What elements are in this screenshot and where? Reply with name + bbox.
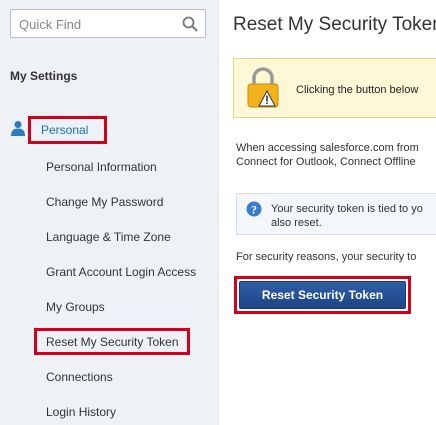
sidebar: My Settings Personal Personal Informatio… xyxy=(0,0,219,425)
info-text: Your security token is tied to yo also r… xyxy=(271,202,423,230)
sidebar-item-my-groups[interactable]: My Groups xyxy=(46,300,105,314)
sidebar-item-change-my-password[interactable]: Change My Password xyxy=(46,195,163,209)
page-title: Reset My Security Token xyxy=(233,14,436,35)
info-line: Your security token is tied to yo xyxy=(271,203,423,215)
sidebar-item-reset-my-security-token[interactable]: Reset My Security Token xyxy=(46,335,179,349)
main-content: Reset My Security Token Clicking the but… xyxy=(219,0,436,425)
sidebar-item-personal-information[interactable]: Personal Information xyxy=(46,160,157,174)
quick-find-box[interactable] xyxy=(10,9,206,38)
security-note: For security reasons, your security to xyxy=(236,251,417,263)
info-message: ? Your security token is tied to yo also… xyxy=(236,193,436,235)
warning-text: Clicking the button below xyxy=(296,84,419,96)
svg-text:?: ? xyxy=(251,203,257,217)
personal-section: Personal xyxy=(10,116,210,144)
sidebar-item-grant-account-login-access[interactable]: Grant Account Login Access xyxy=(46,265,196,279)
personal-link[interactable]: Personal xyxy=(41,123,88,137)
description-paragraph: When accessing salesforce.com from Conne… xyxy=(236,141,436,169)
sidebar-item-connections[interactable]: Connections xyxy=(46,370,113,384)
my-settings-heading: My Settings xyxy=(10,69,78,83)
description-line: When accessing salesforce.com from xyxy=(236,142,419,154)
person-icon xyxy=(11,121,25,136)
search-icon[interactable] xyxy=(181,15,199,33)
sidebar-item-language-time-zone[interactable]: Language & Time Zone xyxy=(46,230,171,244)
description-line: Connect for Outlook, Connect Offline xyxy=(236,156,416,168)
info-line: also reset. xyxy=(271,217,322,229)
warning-message: Clicking the button below xyxy=(233,58,436,118)
sidebar-item-login-history[interactable]: Login History xyxy=(46,405,116,419)
lock-warning-icon xyxy=(247,67,279,108)
quick-find-input[interactable] xyxy=(19,15,179,33)
reset-security-token-button[interactable]: Reset Security Token xyxy=(239,281,406,309)
info-icon: ? xyxy=(246,201,262,217)
